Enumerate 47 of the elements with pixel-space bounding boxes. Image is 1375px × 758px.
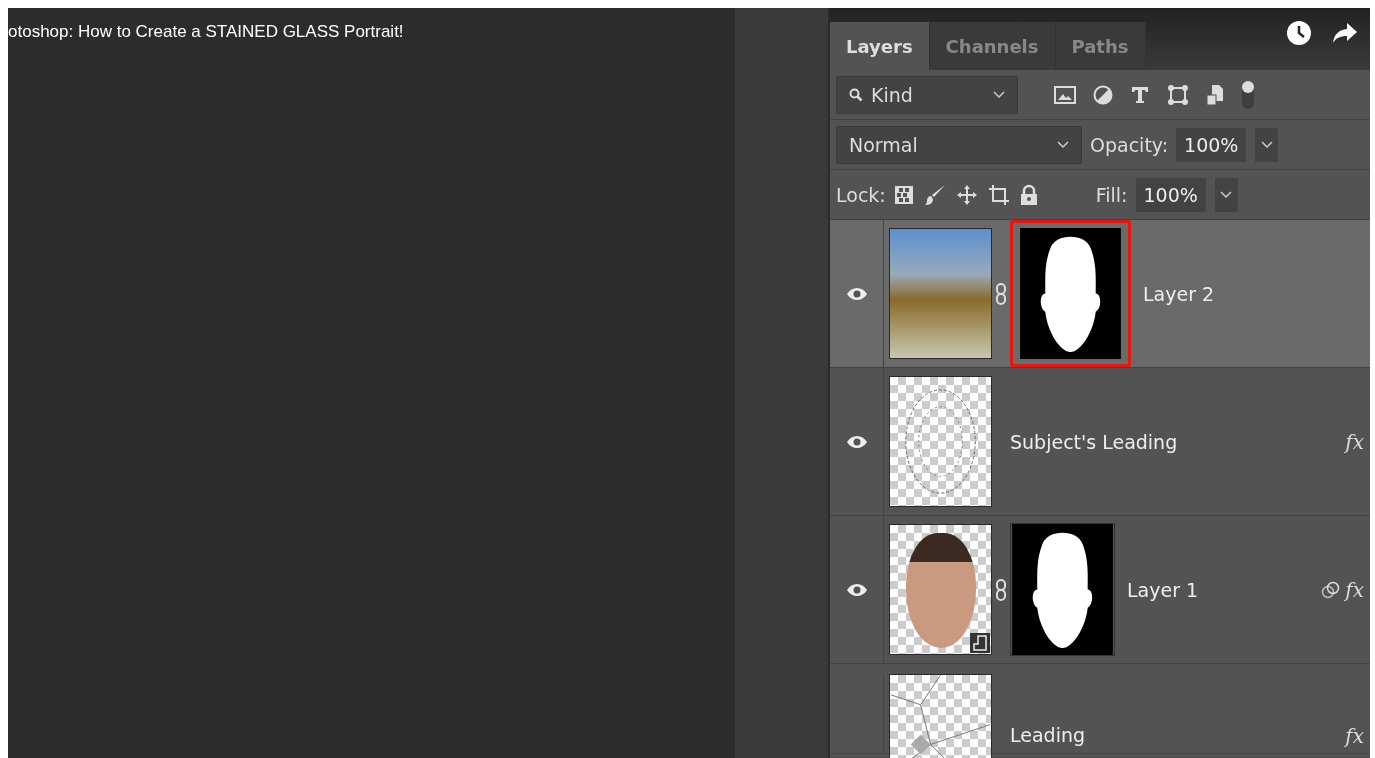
panel-tab[interactable]: Layers bbox=[830, 22, 930, 70]
brush-icon[interactable] bbox=[923, 183, 946, 206]
filter-dropdown[interactable]: Kind bbox=[836, 75, 1018, 114]
lock-icon[interactable] bbox=[1019, 183, 1038, 206]
fill-label: Fill: bbox=[1095, 183, 1128, 206]
caret-icon bbox=[1260, 140, 1273, 149]
effects-badge[interactable]: fx bbox=[1345, 429, 1364, 454]
eye-icon[interactable] bbox=[845, 434, 868, 449]
search-icon bbox=[849, 87, 863, 102]
transform-icon[interactable] bbox=[1167, 83, 1189, 106]
layer-name[interactable]: Layer 1 bbox=[1127, 578, 1199, 601]
effects-badge[interactable]: fx bbox=[1345, 724, 1364, 748]
caret-icon bbox=[1220, 190, 1233, 199]
eye-icon[interactable] bbox=[845, 286, 868, 301]
opacity-field[interactable]: 100% bbox=[1176, 127, 1247, 162]
image-icon[interactable] bbox=[1054, 85, 1076, 104]
effects-badge[interactable]: fx bbox=[1345, 577, 1364, 602]
layer-name[interactable]: Leading bbox=[1010, 724, 1086, 746]
fill-field[interactable]: 100% bbox=[1135, 177, 1206, 212]
type-icon[interactable] bbox=[1130, 84, 1150, 105]
share-icon[interactable] bbox=[1332, 20, 1358, 44]
highlighted-layer-mask[interactable] bbox=[1010, 220, 1131, 367]
layer-mask[interactable] bbox=[1010, 523, 1115, 656]
layer-row[interactable]: Layer 2 bbox=[830, 220, 1370, 368]
layer-row[interactable]: Subject's Leading fx bbox=[830, 368, 1370, 516]
half-circle-icon[interactable] bbox=[1093, 84, 1113, 105]
eye-icon[interactable] bbox=[845, 582, 868, 597]
layer-row[interactable]: Leading fx bbox=[830, 664, 1370, 754]
lock-label: Lock: bbox=[836, 183, 886, 206]
blend-mode-dropdown[interactable]: Normal bbox=[836, 125, 1082, 164]
caret-icon bbox=[993, 90, 1005, 99]
caret-icon bbox=[1057, 140, 1069, 149]
checkerboard-icon[interactable] bbox=[893, 184, 914, 205]
opacity-dropdown-button[interactable] bbox=[1254, 127, 1279, 162]
fill-dropdown-button[interactable] bbox=[1213, 177, 1238, 212]
toggle-icon[interactable] bbox=[1241, 79, 1255, 110]
document-icon[interactable] bbox=[1206, 83, 1224, 106]
clock-icon[interactable] bbox=[1286, 20, 1312, 46]
move-icon[interactable] bbox=[955, 183, 978, 206]
layer-name[interactable]: Subject's Leading bbox=[1010, 430, 1178, 453]
link-icon[interactable] bbox=[995, 281, 1007, 306]
crop-icon[interactable] bbox=[987, 183, 1010, 206]
layer-name[interactable]: Layer 2 bbox=[1143, 282, 1215, 305]
video-title: otoshop: How to Create a STAINED GLASS Portrait! bbox=[8, 22, 404, 41]
link-icon[interactable] bbox=[995, 577, 1007, 602]
layer-row[interactable]: Layer 1 fx bbox=[830, 516, 1370, 664]
opacity-label: Opacity: bbox=[1090, 133, 1169, 156]
